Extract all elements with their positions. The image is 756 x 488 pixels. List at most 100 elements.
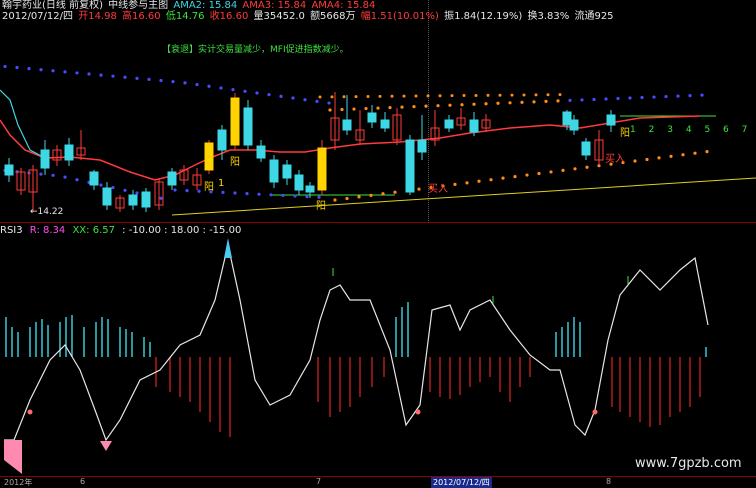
band-dot-lower-blue	[293, 194, 297, 198]
band-dot-lower-blue	[173, 188, 177, 192]
band-dot-upper	[640, 95, 644, 100]
low-marker-1	[4, 440, 22, 474]
band-dot-upper	[676, 94, 680, 98]
label-num-1: 1	[218, 178, 225, 189]
candle-body	[141, 191, 151, 208]
band-dot-top-orange	[390, 94, 394, 98]
band-dot-lower-orange	[381, 192, 385, 196]
candle-body	[317, 147, 327, 191]
band-dot-lower-orange	[393, 190, 397, 194]
band-dot-upper	[652, 95, 656, 99]
band-dot-top-orange	[510, 93, 514, 97]
band-dot-top-orange	[414, 94, 418, 98]
band-dot-lower-orange	[549, 170, 553, 174]
band-dot-lower-blue	[135, 191, 139, 195]
band-dot-lower-orange	[465, 181, 469, 185]
band-dot-lower-orange	[513, 175, 517, 179]
candle-body	[342, 119, 352, 131]
candle-body	[569, 119, 579, 131]
band-dot-upper	[376, 106, 380, 110]
rsi-line	[4, 244, 709, 442]
band-dot-lower-orange	[477, 179, 481, 183]
axis-label-7: 7	[316, 477, 322, 486]
band-dot-top-orange	[486, 93, 490, 97]
candle-body	[294, 174, 304, 191]
band-dot-lower-orange	[585, 165, 589, 169]
band-dot-upper-blue	[147, 77, 151, 82]
band-dot-upper-blue	[27, 67, 31, 71]
band-dot-lower-orange	[705, 150, 709, 154]
band-dot-upper-blue	[171, 79, 175, 84]
band-dot-lower-orange	[345, 196, 349, 201]
band-dot-upper-blue	[39, 68, 43, 72]
band-dot-upper-blue	[3, 64, 7, 69]
candle-body	[204, 142, 214, 171]
band-dot-upper-blue	[219, 86, 223, 90]
amount-value: 额5668万	[310, 11, 356, 22]
band-dot-top-orange	[462, 94, 466, 98]
band-dot-upper-blue	[183, 81, 187, 85]
band-dot-upper-blue	[75, 71, 79, 75]
band-dot-lower-blue	[185, 189, 189, 193]
band-dot-lower-orange	[369, 193, 373, 197]
band-dot-lower-blue	[159, 196, 163, 200]
watermark: www.7gpzb.com	[635, 456, 742, 471]
band-dot-lower-orange	[645, 157, 649, 162]
rsi-name: RSI3	[0, 225, 23, 236]
band-dot-upper-blue	[231, 88, 235, 92]
volume-value: 量35452.0	[253, 11, 305, 22]
rsi-level-1: : -10.00	[122, 225, 161, 236]
trend-line	[171, 177, 756, 216]
ama4-value: AMA4: 15.84	[311, 0, 376, 11]
band-dot-upper-blue	[303, 98, 307, 102]
band-dot-upper-blue	[207, 84, 211, 88]
band-dot-lower-orange	[573, 167, 577, 171]
label-yang-2: 阳	[204, 182, 214, 193]
band-dot-lower-blue	[245, 192, 249, 196]
band-dot-upper	[400, 105, 404, 109]
band-dot-upper	[484, 102, 488, 106]
candle-body	[64, 144, 74, 161]
band-dot-lower-blue	[305, 195, 309, 199]
band-dot-upper	[460, 103, 464, 107]
low-price-label: ←14.22	[30, 207, 64, 217]
band-dot-upper	[472, 102, 476, 106]
band-dot-upper	[700, 93, 704, 97]
rsi-level-2: : 18.00	[164, 225, 200, 236]
band-dot-upper-blue	[123, 75, 127, 79]
ama3-value: AMA3: 15.84	[242, 0, 307, 11]
turnover-value: 换3.83%	[527, 11, 570, 22]
band-dot-top-orange	[402, 94, 406, 98]
band-dot-upper-blue	[15, 65, 19, 70]
band-dot-upper	[424, 104, 428, 108]
label-buy-2: 买入	[605, 154, 625, 165]
band-dot-lower-orange	[537, 171, 541, 176]
stock-title: 翰宇药业(日线 前复权)	[2, 0, 103, 11]
chart-canvas	[0, 0, 756, 477]
band-dot-top-orange	[498, 93, 502, 97]
candle-body	[40, 149, 50, 169]
band-dot-upper	[388, 106, 392, 110]
low-price-value: 14.22	[37, 207, 64, 217]
band-dot-upper	[664, 94, 668, 99]
candle-body	[581, 141, 591, 156]
change-value: 幅1.51(10.01%)	[360, 11, 439, 22]
candle-body	[469, 119, 479, 133]
seq-4: 4	[685, 125, 692, 135]
band-dot-upper	[448, 103, 452, 107]
rsi-signal-dot	[27, 409, 33, 415]
rsi-header: RSI3 R: 8.34 XX: 6.57 : -10.00 : 18.00 :…	[0, 225, 241, 236]
candle-body	[128, 194, 138, 206]
band-dot-upper-blue	[315, 99, 319, 103]
band-dot-upper-blue	[279, 94, 283, 98]
date-label: 2012/07/12/四	[2, 11, 74, 22]
band-dot-upper-blue	[255, 91, 259, 95]
band-dot-top-orange	[426, 94, 430, 98]
open-price: 开14.98	[78, 11, 117, 22]
rsi-xx-value: XX: 6.57	[72, 225, 115, 236]
band-dot-upper	[352, 107, 356, 111]
band-dot-top-orange	[366, 95, 370, 99]
label-yang-4: 阳	[620, 128, 630, 139]
band-dot-upper	[364, 106, 368, 111]
candle-body	[167, 171, 177, 186]
